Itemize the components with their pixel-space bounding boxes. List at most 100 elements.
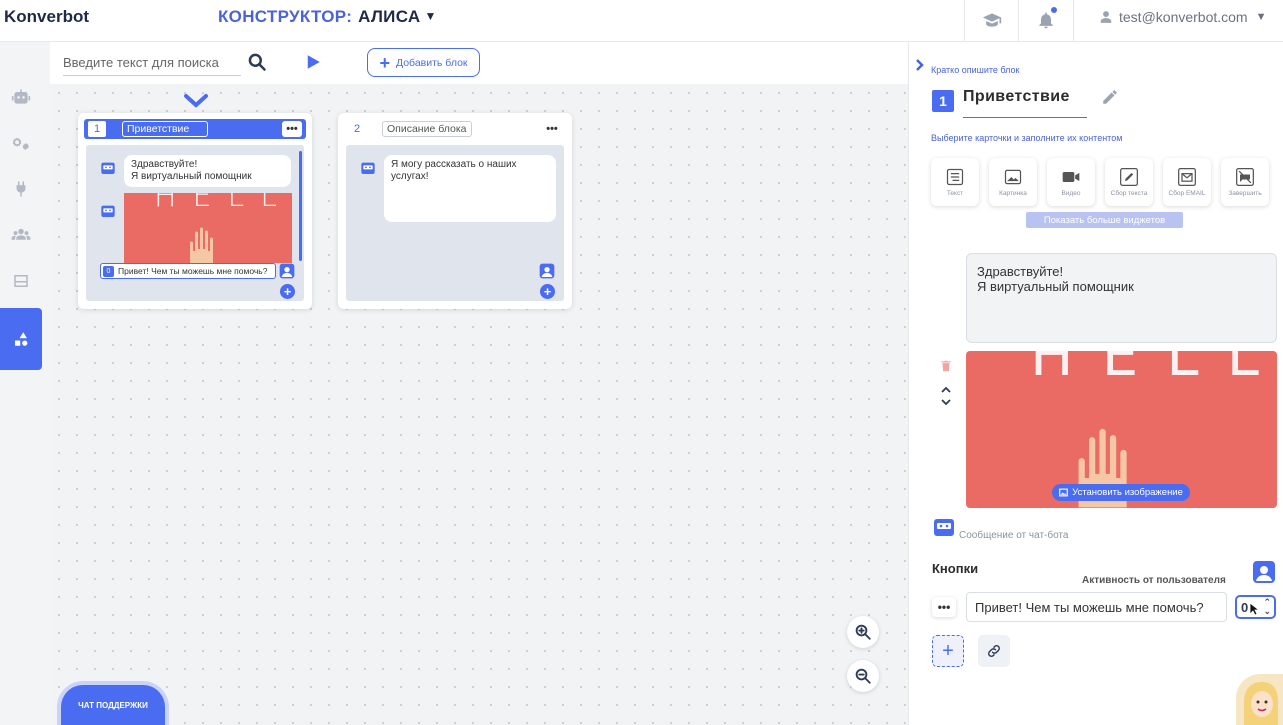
add-element-button[interactable]: + <box>280 284 295 299</box>
block-header[interactable]: 2 Описание блока ••• <box>344 119 566 139</box>
sidebar-item-constructor[interactable] <box>0 308 42 370</box>
cards-hint: Выберите карточки и заполните их контент… <box>931 133 1123 143</box>
user-menu[interactable]: test@konverbot.com ▼ <box>1099 9 1267 25</box>
widget-video[interactable]: Видео <box>1047 158 1095 206</box>
add-block-button[interactable]: + Добавить блок <box>367 48 480 77</box>
zoom-out-icon <box>855 668 871 684</box>
user-avatar-icon <box>539 263 555 279</box>
assistant-avatar-icon <box>1244 682 1278 725</box>
reorder-arrows-icon[interactable] <box>940 385 952 407</box>
bot-name: АЛИСА <box>358 7 421 26</box>
robot-icon <box>11 89 31 104</box>
sidebar-item-inbox[interactable] <box>0 258 42 304</box>
sidebar-item-users[interactable] <box>0 212 42 258</box>
add-button-button[interactable]: + <box>932 635 964 667</box>
set-image-label: Установить изображение <box>1072 487 1183 498</box>
pencil-icon[interactable] <box>1101 88 1119 106</box>
hand-icon <box>190 227 213 263</box>
more-options-icon[interactable]: ••• <box>542 121 562 137</box>
add-element-button[interactable]: + <box>540 284 555 299</box>
set-image-button[interactable]: Установить изображение <box>1052 484 1190 501</box>
widget-label: Видео <box>1061 190 1081 197</box>
support-chat-button[interactable]: ЧАТ ПОДДЕРЖКИ <box>61 685 165 725</box>
mail-icon <box>1178 168 1196 186</box>
block-scrollbar[interactable] <box>299 151 302 261</box>
flow-canvas[interactable]: 1 Приветствие ••• Здравствуйте! Я виртуа… <box>50 84 908 725</box>
button-options-icon[interactable]: ••• <box>932 597 956 617</box>
widget-text[interactable]: Текст <box>931 158 979 206</box>
widget-label: Завершить <box>1228 190 1262 197</box>
button-chip-text: Привет! Чем ты можешь мне помочь? <box>118 266 268 276</box>
search-input[interactable] <box>63 50 241 76</box>
video-icon <box>1062 172 1080 182</box>
divider <box>1018 0 1019 42</box>
flow-block-1[interactable]: 1 Приветствие ••• Здравствуйте! Я виртуа… <box>78 113 312 309</box>
block-name-field[interactable]: Приветствие <box>122 121 208 137</box>
chevron-down-icon: ▼ <box>424 9 437 23</box>
button-text-input[interactable] <box>966 592 1227 622</box>
canvas-toolbar: + Добавить блок <box>50 42 908 84</box>
more-options-icon[interactable]: ••• <box>282 121 302 137</box>
flow-block-2[interactable]: 2 Описание блока ••• Я могу рассказать о… <box>338 113 572 309</box>
sidebar-item-bot[interactable] <box>0 74 42 120</box>
widget-label: Сбор EMAIL <box>1168 190 1206 197</box>
widget-finish[interactable]: Завершить <box>1221 158 1269 206</box>
widget-list: Текст Картинка Видео Сбор текста Сбор EM… <box>931 158 1269 206</box>
chevron-down-icon: ▼ <box>1255 11 1267 23</box>
widget-label: Картинка <box>999 190 1027 197</box>
message-textarea[interactable]: Здравствуйте! Я виртуальный помощник <box>966 253 1277 343</box>
logo: Konverbot <box>4 7 89 26</box>
button-index: 0 <box>103 265 114 277</box>
stepper-value: 0 <box>1241 599 1249 615</box>
link-button[interactable] <box>978 635 1010 667</box>
bot-avatar-icon <box>101 162 115 174</box>
widget-label: Текст <box>946 190 964 197</box>
show-more-widgets-button[interactable]: Показать больше виджетов <box>1026 212 1183 228</box>
left-sidebar <box>0 42 50 725</box>
plug-icon <box>16 181 26 197</box>
link-icon <box>988 645 1000 657</box>
block-number: 2 <box>353 123 361 135</box>
gears-icon <box>12 137 29 151</box>
user-email: test@konverbot.com <box>1119 9 1248 25</box>
text-icon <box>946 168 964 186</box>
widget-text-input[interactable]: Сбор текста <box>1105 158 1153 206</box>
block-editor-panel: Кратко опишите блок 1 Приветствие Выбери… <box>908 42 1283 725</box>
button-chip[interactable]: 0 Привет! Чем ты можешь мне помочь? <box>100 263 276 279</box>
block-title-field[interactable]: Приветствие <box>963 88 1087 118</box>
divider <box>1073 0 1074 42</box>
play-icon[interactable] <box>304 53 322 71</box>
zoom-out-button[interactable] <box>847 660 879 692</box>
sidebar-item-integrations[interactable] <box>0 166 42 212</box>
add-block-label: Добавить блок <box>395 56 468 69</box>
block-header[interactable]: 1 Приветствие ••• <box>84 119 306 139</box>
image-icon <box>1004 169 1022 185</box>
zoom-in-icon <box>855 624 871 640</box>
buttons-section-title: Кнопки <box>932 561 979 576</box>
bot-avatar-icon <box>101 205 115 217</box>
bot-selector[interactable]: КОНСТРУКТОР: АЛИСА ▼ <box>218 7 437 27</box>
image-text: HELLO <box>1030 351 1277 389</box>
block-description-hint[interactable]: Кратко опишите блок <box>931 65 1019 75</box>
inbox-icon <box>14 275 28 287</box>
trash-icon[interactable] <box>939 358 953 374</box>
chevron-right-icon[interactable] <box>915 59 925 71</box>
pencil-icon <box>1120 168 1138 186</box>
assistant-avatar[interactable] <box>1236 674 1283 725</box>
search-icon[interactable] <box>247 52 267 72</box>
block-body: Здравствуйте! Я виртуальный помощник HEL… <box>86 145 304 301</box>
widget-email[interactable]: Сбор EMAIL <box>1163 158 1211 206</box>
zoom-in-button[interactable] <box>847 616 879 648</box>
widget-image[interactable]: Картинка <box>989 158 1037 206</box>
block-name-field[interactable]: Описание блока <box>382 121 472 137</box>
bell-icon[interactable] <box>1036 10 1056 30</box>
graduation-cap-icon[interactable] <box>982 10 1002 30</box>
sidebar-item-settings[interactable] <box>0 120 42 166</box>
bot-message-bubble: Здравствуйте! Я виртуальный помощник <box>124 155 291 187</box>
block-number: 1 <box>88 121 106 137</box>
stepper-arrows-icon[interactable]: ⌃ ⌄ <box>1263 598 1271 616</box>
mouse-cursor-icon <box>1249 602 1259 616</box>
users-icon <box>11 228 31 240</box>
bot-avatar-icon <box>934 519 954 536</box>
block-image: HELLO <box>124 193 292 263</box>
